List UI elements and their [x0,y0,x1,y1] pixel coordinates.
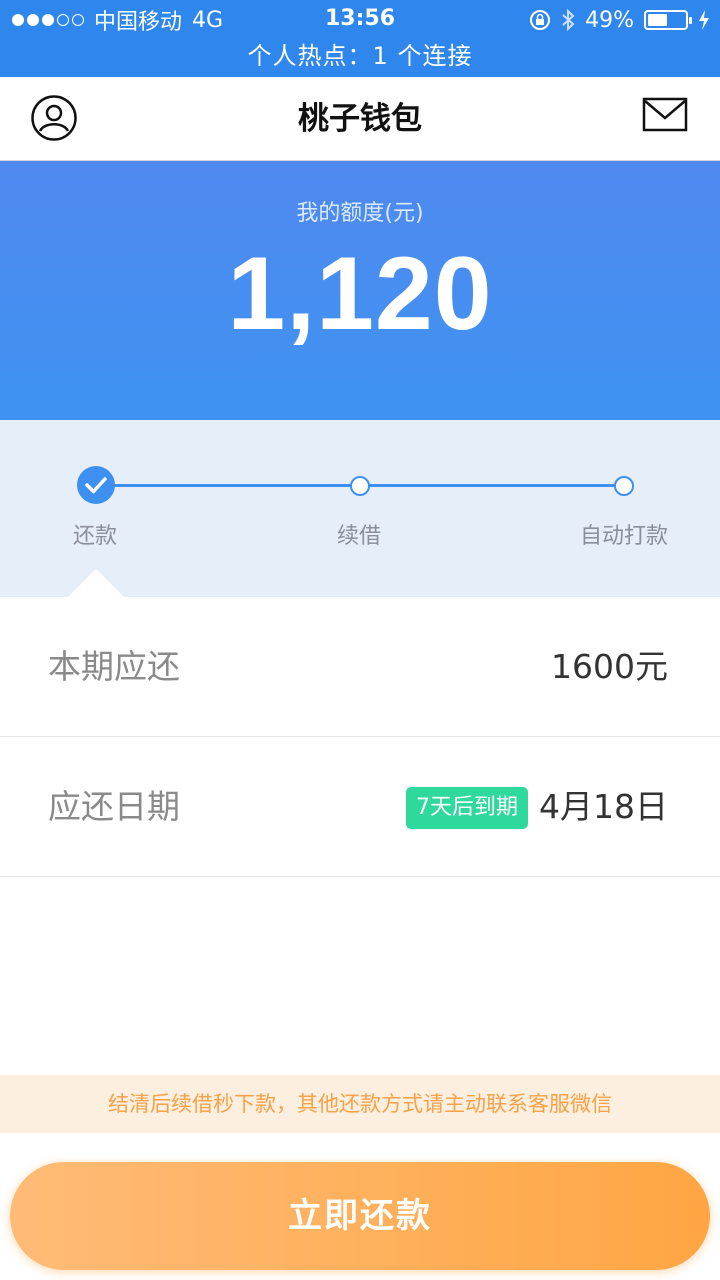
hotspot-banner[interactable]: 个人热点：1 个连接 [0,40,720,77]
mail-icon[interactable] [642,97,688,133]
due-date-label: 应还日期 [48,787,180,826]
step-renew-node[interactable] [350,476,370,496]
nav-bar: 桃子钱包 [0,77,720,161]
step-auto-pay-label[interactable]: 自动打款 [580,518,668,550]
active-step-pointer [68,569,124,597]
step-renew-label[interactable]: 续借 [337,518,381,550]
status-bar: 中国移动 4G 13:56 49% [0,0,720,40]
repay-now-button[interactable]: 立即还款 [10,1162,710,1270]
amount-due-label: 本期应还 [48,647,180,686]
check-icon [85,477,107,494]
bluetooth-icon [562,8,575,32]
battery-percent: 49% [585,7,634,33]
credit-label: 我的额度(元) [296,201,424,226]
credit-amount: 1,120 [227,236,493,352]
step-auto-pay-node[interactable] [614,476,634,496]
step-repay-node[interactable] [77,466,115,504]
repayment-stepper: 还款 续借 自动打款 [0,420,720,597]
amount-due-row: 本期应还 1600元 [0,597,720,737]
amount-due-value: 1600元 [551,647,668,686]
rotation-lock-icon [530,10,551,30]
page-title: 桃子钱包 [298,101,422,137]
due-countdown-badge: 7天后到期 [406,787,528,829]
credit-panel: 我的额度(元) 1,120 [0,161,720,420]
due-date-row: 应还日期 7天后到期 4月18日 [0,737,720,877]
charging-bolt-icon [699,10,709,30]
battery-icon [644,10,692,30]
notice-banner: 结清后续借秒下款，其他还款方式请主动联系客服微信 [0,1075,720,1133]
due-date-value: 4月18日 [539,787,668,826]
status-right: 49% [529,6,710,34]
step-repay-label[interactable]: 还款 [73,518,117,550]
